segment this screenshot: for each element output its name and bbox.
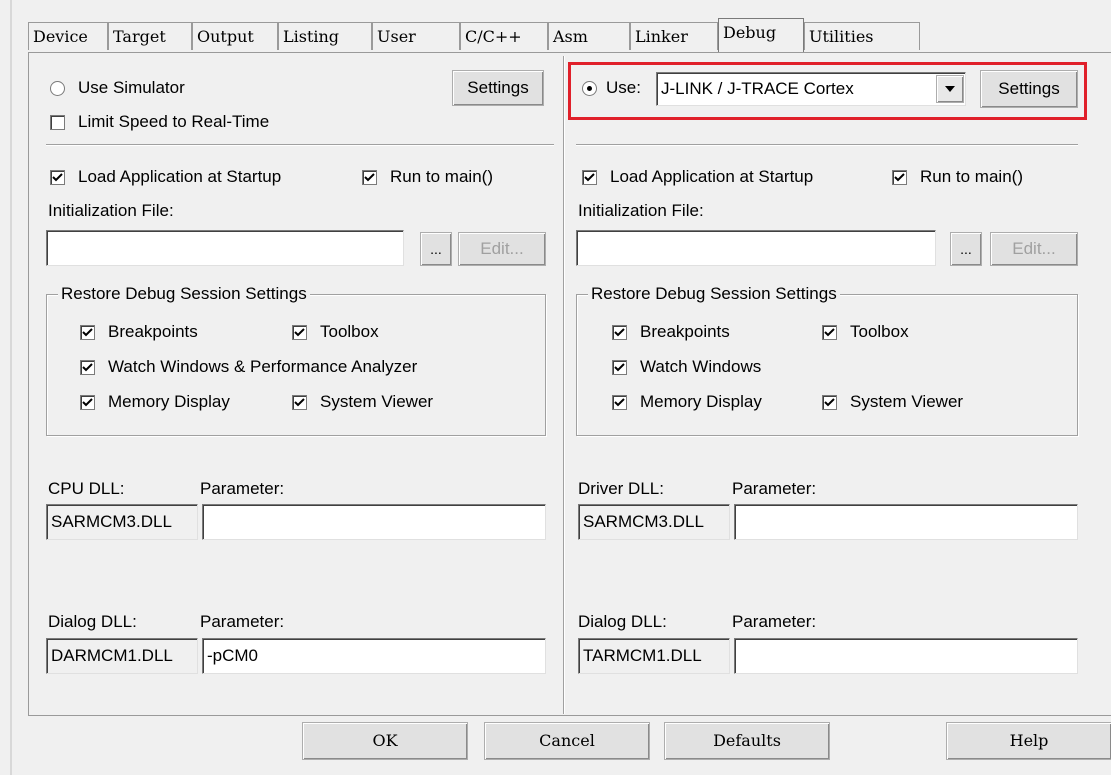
right-memory-label: Memory Display — [640, 392, 762, 411]
check-mark-icon — [294, 328, 305, 337]
tab-user[interactable]: User — [372, 22, 460, 50]
check-mark-icon — [82, 398, 93, 407]
left-toolbox-label: Toolbox — [320, 322, 379, 341]
right-init-file-input[interactable] — [576, 230, 936, 266]
help-button[interactable]: Help — [946, 722, 1111, 760]
tab-listing[interactable]: Listing — [278, 22, 372, 50]
left-dialog-parameter-label: Parameter: — [200, 612, 285, 631]
tab-debug[interactable]: Debug — [718, 18, 804, 52]
right-run-to-main-label: Run to main() — [920, 167, 1023, 186]
right-watch-checkbox[interactable] — [612, 360, 627, 375]
tab-utilities[interactable]: Utilities — [804, 22, 920, 50]
window-edge — [10, 0, 12, 775]
right-system-viewer-label: System Viewer — [850, 392, 964, 411]
left-dialog-parameter-input[interactable]: -pCM0 — [202, 638, 546, 674]
right-dialog-dll-input[interactable]: TARMCM1.DLL — [578, 638, 730, 674]
left-separator — [46, 144, 554, 146]
check-mark-icon — [894, 173, 905, 182]
left-dialog-dll-input[interactable]: DARMCM1.DLL — [46, 638, 198, 674]
left-breakpoints-checkbox[interactable] — [80, 325, 95, 340]
right-edit-button[interactable]: Edit... — [990, 232, 1078, 266]
driver-dll-input[interactable]: SARMCM3.DLL — [578, 504, 730, 540]
right-browse-button[interactable]: ... — [950, 232, 982, 266]
tab-output[interactable]: Output — [192, 22, 278, 50]
driver-parameter-label: Parameter: — [732, 479, 817, 498]
left-restore-title: Restore Debug Session Settings — [58, 284, 310, 304]
left-system-viewer-label: System Viewer — [320, 392, 434, 411]
check-mark-icon — [824, 398, 835, 407]
right-toolbox-checkbox[interactable] — [822, 325, 837, 340]
left-breakpoints-label: Breakpoints — [108, 322, 198, 341]
left-memory-label: Memory Display — [108, 392, 230, 411]
simulator-settings-button[interactable]: Settings — [452, 70, 544, 106]
left-run-to-main-checkbox[interactable] — [362, 170, 377, 185]
left-watch-checkbox[interactable] — [80, 360, 95, 375]
cancel-button[interactable]: Cancel — [484, 722, 650, 760]
highlight-box — [568, 62, 1087, 120]
check-mark-icon — [824, 328, 835, 337]
check-mark-icon — [364, 173, 375, 182]
right-watch-label: Watch Windows — [640, 357, 762, 376]
left-system-viewer-checkbox[interactable] — [292, 395, 307, 410]
left-init-file-input[interactable] — [46, 230, 404, 266]
right-restore-title: Restore Debug Session Settings — [588, 284, 840, 304]
check-mark-icon — [584, 173, 595, 182]
cpu-parameter-label: Parameter: — [200, 479, 285, 498]
defaults-button[interactable]: Defaults — [664, 722, 830, 760]
tab-asm[interactable]: Asm — [548, 22, 630, 50]
right-toolbox-label: Toolbox — [850, 322, 909, 341]
left-load-app-checkbox[interactable] — [50, 170, 65, 185]
left-browse-button[interactable]: ... — [420, 232, 452, 266]
right-system-viewer-checkbox[interactable] — [822, 395, 837, 410]
left-init-file-label: Initialization File: — [48, 201, 174, 220]
right-breakpoints-checkbox[interactable] — [612, 325, 627, 340]
driver-parameter-input[interactable] — [734, 504, 1078, 540]
right-init-file-label: Initialization File: — [578, 201, 704, 220]
check-mark-icon — [614, 363, 625, 372]
cpu-dll-input[interactable]: SARMCM3.DLL — [46, 504, 198, 540]
right-load-app-label: Load Application at Startup — [610, 167, 814, 186]
left-watch-label: Watch Windows & Performance Analyzer — [108, 357, 418, 376]
check-mark-icon — [614, 328, 625, 337]
check-mark-icon — [82, 328, 93, 337]
driver-dll-label: Driver DLL: — [578, 479, 664, 498]
cpu-dll-label: CPU DLL: — [48, 479, 125, 498]
right-load-app-checkbox[interactable] — [582, 170, 597, 185]
use-simulator-radio[interactable] — [50, 81, 65, 96]
tab-target[interactable]: Target — [108, 22, 192, 50]
left-edit-button[interactable]: Edit... — [458, 232, 546, 266]
use-simulator-label: Use Simulator — [78, 78, 185, 97]
check-mark-icon — [614, 398, 625, 407]
tab-cpp[interactable]: C/C++ — [460, 22, 548, 50]
left-toolbox-checkbox[interactable] — [292, 325, 307, 340]
right-separator — [576, 144, 1078, 146]
ok-button[interactable]: OK — [302, 722, 468, 760]
right-dialog-parameter-input[interactable] — [734, 638, 1078, 674]
check-mark-icon — [294, 398, 305, 407]
left-dialog-dll-label: Dialog DLL: — [48, 612, 137, 631]
right-memory-checkbox[interactable] — [612, 395, 627, 410]
limit-speed-checkbox[interactable] — [50, 115, 65, 130]
tab-device[interactable]: Device — [28, 22, 108, 50]
left-load-app-label: Load Application at Startup — [78, 167, 282, 186]
cpu-parameter-input[interactable] — [202, 504, 546, 540]
check-mark-icon — [82, 363, 93, 372]
right-breakpoints-label: Breakpoints — [640, 322, 730, 341]
right-dialog-dll-label: Dialog DLL: — [578, 612, 667, 631]
tab-linker[interactable]: Linker — [630, 22, 718, 50]
limit-speed-label: Limit Speed to Real-Time — [78, 112, 270, 131]
left-memory-checkbox[interactable] — [80, 395, 95, 410]
check-mark-icon — [52, 173, 63, 182]
right-run-to-main-checkbox[interactable] — [892, 170, 907, 185]
column-separator — [563, 56, 565, 714]
left-run-to-main-label: Run to main() — [390, 167, 493, 186]
right-dialog-parameter-label: Parameter: — [732, 612, 817, 631]
